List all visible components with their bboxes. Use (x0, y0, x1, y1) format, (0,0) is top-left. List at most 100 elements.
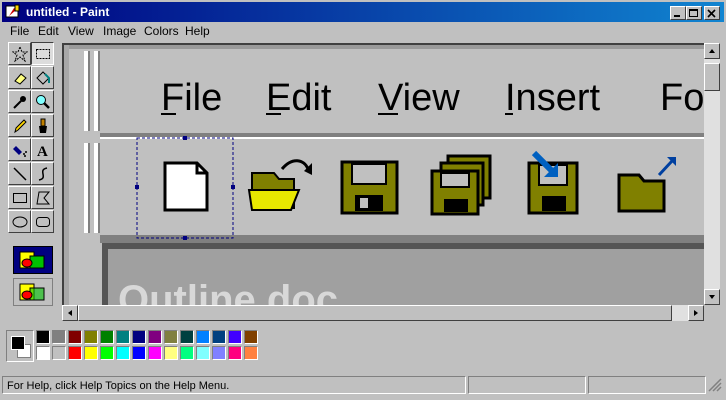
palette-color-swatch[interactable] (212, 346, 226, 360)
title-bar[interactable]: untitled - Paint (2, 2, 724, 22)
image-menu-insert: Insert (505, 77, 600, 119)
text-tool[interactable]: A (31, 138, 54, 161)
fill-tool[interactable] (31, 66, 54, 89)
magnifier-tool[interactable] (31, 90, 54, 113)
new-document-icon (163, 161, 209, 212)
maximize-button[interactable] (686, 6, 702, 20)
image-menu-format: Fo (660, 77, 704, 119)
image-menu-view: View (378, 77, 460, 119)
save-as-floppy-icon (527, 150, 579, 215)
palette-color-swatch[interactable] (196, 346, 210, 360)
transparency-transparent-option[interactable] (13, 278, 53, 306)
transparent-shapes-icon (19, 283, 45, 301)
palette-color-swatch[interactable] (212, 330, 226, 344)
line-tool[interactable] (8, 162, 31, 185)
maximize-icon (689, 9, 698, 17)
canvas-image[interactable]: File Edit View Insert Fo Outline doc (64, 45, 706, 307)
palette-color-swatch[interactable] (36, 346, 50, 360)
palette-color-swatch[interactable] (116, 330, 130, 344)
rectangle-tool[interactable] (8, 186, 31, 209)
palette-color-swatch[interactable] (36, 330, 50, 344)
rectangle-icon (13, 193, 27, 203)
palette-color-swatch[interactable] (228, 330, 242, 344)
resize-grip-icon[interactable] (708, 378, 722, 392)
close-button[interactable] (704, 6, 720, 20)
ellipse-tool[interactable] (8, 210, 31, 233)
palette-color-swatch[interactable] (84, 330, 98, 344)
pencil-tool[interactable] (8, 114, 31, 137)
vertical-scroll-thumb[interactable] (704, 63, 720, 91)
scroll-right-button[interactable] (688, 305, 704, 321)
palette-color-swatch[interactable] (148, 330, 162, 344)
horizontal-scroll-thumb[interactable] (78, 305, 672, 321)
menu-edit[interactable]: Edit (38, 24, 59, 38)
horizontal-scrollbar[interactable] (62, 305, 704, 321)
status-bar: For Help, click Help Topics on the Help … (2, 374, 724, 396)
foreground-color-swatch (11, 336, 25, 350)
transparency-opaque-option[interactable] (13, 246, 53, 274)
vertical-scrollbar[interactable] (704, 43, 720, 305)
palette-color-swatch[interactable] (132, 346, 146, 360)
scroll-down-button[interactable] (704, 289, 720, 305)
palette-color-swatch[interactable] (100, 346, 114, 360)
palette-color-swatch[interactable] (164, 330, 178, 344)
save-floppy-icon (340, 160, 399, 215)
menu-colors[interactable]: Colors (144, 24, 179, 38)
pencil-icon (14, 119, 27, 134)
image-menu-edit: Edit (266, 77, 332, 119)
palette-color-swatch[interactable] (68, 330, 82, 344)
arrow-down-icon (709, 295, 715, 299)
eraser-tool[interactable] (8, 66, 31, 89)
arrow-right-icon (694, 310, 698, 316)
palette-color-swatch[interactable] (148, 346, 162, 360)
airbrush-tool[interactable] (8, 138, 31, 161)
canvas-area[interactable]: File Edit View Insert Fo Outline doc (62, 43, 706, 307)
menu-file[interactable]: File (10, 24, 29, 38)
line-icon (13, 167, 27, 181)
palette-color-swatch[interactable] (180, 330, 194, 344)
minimize-button[interactable] (670, 6, 686, 20)
minimize-icon (674, 15, 680, 17)
close-icon (707, 9, 716, 18)
palette-color-swatch[interactable] (116, 346, 130, 360)
color-box (2, 326, 724, 370)
curve-icon (38, 167, 48, 181)
paint-app-icon[interactable] (5, 4, 21, 20)
palette-color-swatch[interactable] (228, 346, 242, 360)
scroll-left-button[interactable] (62, 305, 78, 321)
polygon-tool[interactable] (31, 186, 54, 209)
brush-tool[interactable] (31, 114, 54, 137)
rounded-rectangle-tool[interactable] (31, 210, 54, 233)
palette-color-swatch[interactable] (84, 346, 98, 360)
menu-image[interactable]: Image (103, 24, 136, 38)
arrow-up-icon (709, 49, 715, 53)
palette-color-swatch[interactable] (100, 330, 114, 344)
palette-color-swatch[interactable] (244, 346, 258, 360)
palette-color-swatch[interactable] (164, 346, 178, 360)
opaque-shapes-icon (19, 251, 45, 269)
palette-color-swatch[interactable] (180, 346, 194, 360)
arrow-left-icon (68, 310, 72, 316)
paint-window: untitled - Paint File Edit View Image Co… (0, 0, 726, 400)
magnifier-icon (36, 95, 50, 109)
menu-view[interactable]: View (68, 24, 94, 38)
palette-color-swatch[interactable] (244, 330, 258, 344)
current-colors (6, 330, 34, 362)
palette-color-swatch[interactable] (196, 330, 210, 344)
polygon-icon (36, 191, 51, 205)
select-tool[interactable] (31, 42, 54, 65)
palette-color-swatch[interactable] (68, 346, 82, 360)
scroll-up-button[interactable] (704, 43, 720, 59)
ellipse-icon (12, 216, 28, 228)
palette-color-swatch[interactable] (52, 346, 66, 360)
status-size-cell (588, 376, 706, 394)
menu-help[interactable]: Help (185, 24, 210, 38)
status-help-cell: For Help, click Help Topics on the Help … (2, 376, 466, 394)
palette-color-swatch[interactable] (52, 330, 66, 344)
image-menu-file: File (161, 77, 222, 119)
palette-color-swatch[interactable] (132, 330, 146, 344)
eraser-icon (14, 73, 27, 85)
pick-color-tool[interactable] (8, 90, 31, 113)
free-form-select-tool[interactable] (8, 42, 31, 65)
curve-tool[interactable] (31, 162, 54, 185)
